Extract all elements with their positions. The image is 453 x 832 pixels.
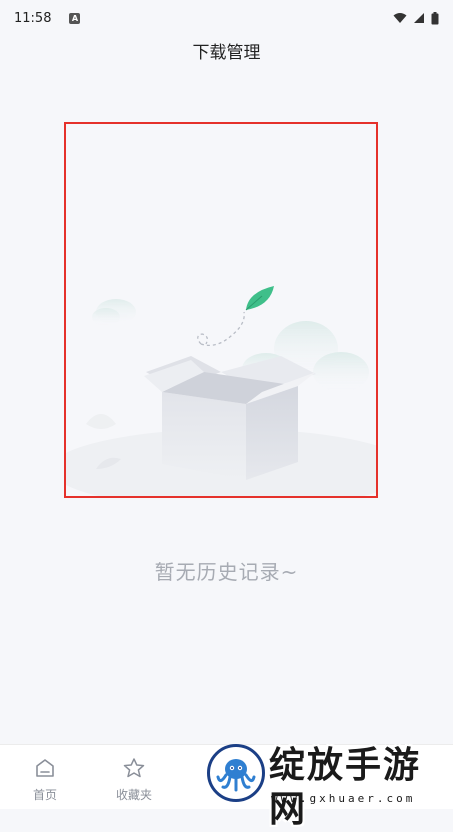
flight-loop [197,333,208,345]
tab-favorites[interactable]: 收藏夹 [104,757,164,803]
home-icon [36,759,54,777]
empty-box-illustration [66,286,376,496]
tab-home[interactable]: 首页 [15,757,75,803]
plant-leaf [86,414,116,429]
open-box [144,356,316,480]
star-icon [123,758,145,778]
illustration-highlight-frame [64,122,378,498]
site-watermark: 绽放手游网 www.gxhuaer.com [205,742,453,830]
flight-path [200,311,245,347]
watermark-title: 绽放手游网 [269,745,422,830]
page-title: 下载管理 [192,43,261,63]
octopus-logo-icon [207,744,265,802]
notification-badge-icon: A [69,12,81,24]
signal-icon [414,13,424,23]
tab-home-label: 首页 [32,788,57,802]
status-bar: 11:58 A [0,0,453,36]
watermark-url: www.gxhuaer.com [271,792,416,805]
cloud-left [92,299,136,326]
status-right [393,11,439,25]
clock: 11:58 [14,10,52,26]
status-left: 11:58 A [14,10,81,26]
battery-icon [431,11,439,24]
empty-state-message: 暂无历史记录~ [154,560,299,584]
wifi-icon [393,13,407,23]
tab-favorites-label: 收藏夹 [115,788,152,802]
